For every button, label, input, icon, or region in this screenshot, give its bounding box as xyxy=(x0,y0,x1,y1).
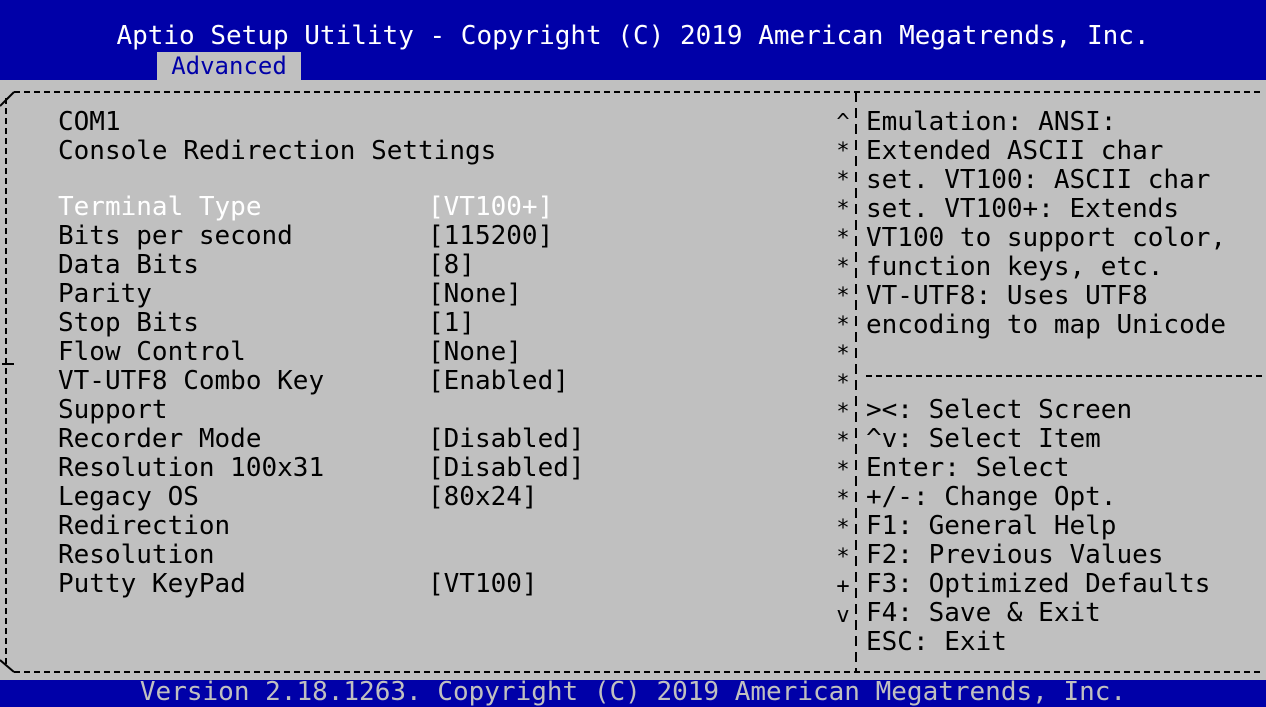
scrollbar-track[interactable]: * xyxy=(836,282,850,311)
setting-label: Legacy OS xyxy=(58,482,199,512)
scrollbar-track[interactable]: * xyxy=(836,369,850,398)
setting-label: VT-UTF8 Combo Key xyxy=(58,366,325,396)
scrollbar-track[interactable]: * xyxy=(836,166,850,195)
setting-value[interactable]: [115200] xyxy=(428,222,553,251)
port-label: COM1 xyxy=(58,107,121,137)
bios-screen: Aptio Setup Utility - Copyright (C) 2019… xyxy=(0,0,1266,705)
key-legend-f2: F2: Previous Values xyxy=(866,540,1164,570)
key-legend-enter: Enter: Select xyxy=(866,453,1070,483)
scrollbar-track[interactable]: * xyxy=(836,456,850,485)
help-text-line: Emulation: ANSI: xyxy=(866,107,1117,137)
scrollbar-down-arrow[interactable]: v xyxy=(836,601,850,630)
section-title: Console Redirection Settings xyxy=(58,136,497,166)
setting-parity[interactable]: Parity [None] xyxy=(58,280,818,309)
scrollbar-track[interactable]: * xyxy=(836,137,850,166)
scrollbar-track[interactable]: * xyxy=(836,398,850,427)
setting-vt-utf8-combo-key-cont: Support xyxy=(58,396,818,425)
setting-label: Support xyxy=(58,395,168,425)
scrollbar-track[interactable]: * xyxy=(836,514,850,543)
setting-flow-control[interactable]: Flow Control [None] xyxy=(58,338,818,367)
setting-value[interactable]: [Enabled] xyxy=(428,367,569,396)
setting-label: Terminal Type xyxy=(58,192,262,222)
setting-recorder-mode[interactable]: Recorder Mode [Disabled] xyxy=(58,425,818,454)
scrollbar-track[interactable]: * xyxy=(836,253,850,282)
setting-vt-utf8-combo-key[interactable]: VT-UTF8 Combo Key [Enabled] xyxy=(58,367,818,396)
setting-value[interactable]: [Disabled] xyxy=(428,425,585,454)
setting-label: Parity xyxy=(58,279,152,309)
key-legend-f4: F4: Save & Exit xyxy=(866,598,1101,628)
scrollbar-track[interactable]: * xyxy=(836,311,850,340)
setting-legacy-os-cont-2: Resolution xyxy=(58,541,818,570)
main-panel: COM1 Console Redirection Settings Termin… xyxy=(0,80,1266,680)
setting-label: Flow Control xyxy=(58,337,246,367)
help-text-line: set. VT100: ASCII char xyxy=(866,165,1211,195)
help-text-line: encoding to map Unicode xyxy=(866,310,1227,340)
key-legend-f3: F3: Optimized Defaults xyxy=(866,569,1211,599)
scrollbar-track[interactable]: * xyxy=(836,224,850,253)
header-title: Aptio Setup Utility - Copyright (C) 2019… xyxy=(116,21,1150,51)
setting-terminal-type[interactable]: Terminal Type [VT100+] xyxy=(58,193,818,222)
setting-resolution-100x31[interactable]: Resolution 100x31 [Disabled] xyxy=(58,454,818,483)
help-text-line: VT-UTF8: Uses UTF8 xyxy=(866,281,1148,311)
key-legend-f1: F1: General Help xyxy=(866,511,1117,541)
setting-label: Data Bits xyxy=(58,250,199,280)
scrollbar-thumb[interactable]: + xyxy=(836,572,850,601)
help-text-line: set. VT100+: Extends xyxy=(866,194,1180,224)
setting-label: Putty KeyPad xyxy=(58,569,246,599)
help-text-line: VT100 to support color, xyxy=(866,223,1227,253)
setting-label: Redirection xyxy=(58,511,231,541)
setting-legacy-os-cont-1: Redirection xyxy=(58,512,818,541)
key-legend-esc: ESC: Exit xyxy=(866,627,1007,657)
setting-value[interactable]: [Disabled] xyxy=(428,454,585,483)
setting-bits-per-second[interactable]: Bits per second [115200] xyxy=(58,222,818,251)
setting-stop-bits[interactable]: Stop Bits [1] xyxy=(58,309,818,338)
scrollbar-track[interactable]: * xyxy=(836,543,850,572)
setting-data-bits[interactable]: Data Bits [8] xyxy=(58,251,818,280)
help-text-line: function keys, etc. xyxy=(866,252,1164,282)
footer-version: Version 2.18.1263. Copyright (C) 2019 Am… xyxy=(0,679,1266,705)
setting-value[interactable]: [VT100+] xyxy=(428,193,553,222)
key-legend-select-item: ^v: Select Item xyxy=(866,424,1101,454)
setting-label: Resolution xyxy=(58,540,215,570)
scrollbar-track[interactable]: * xyxy=(836,195,850,224)
setting-label: Bits per second xyxy=(58,221,293,251)
setting-value[interactable]: [VT100] xyxy=(428,570,538,599)
setting-value[interactable]: [80x24] xyxy=(428,483,538,512)
setting-value[interactable]: [1] xyxy=(428,309,475,338)
setting-label: Stop Bits xyxy=(58,308,199,338)
scrollbar-up-arrow[interactable]: ^ xyxy=(836,108,850,137)
setting-putty-keypad[interactable]: Putty KeyPad [VT100] xyxy=(58,570,818,599)
setting-value[interactable]: [None] xyxy=(428,338,522,367)
setting-value[interactable]: [8] xyxy=(428,251,475,280)
tab-advanced[interactable]: Advanced xyxy=(157,52,301,80)
setting-label: Resolution 100x31 xyxy=(58,453,325,483)
setting-legacy-os-redirection-resolution[interactable]: Legacy OS [80x24] xyxy=(58,483,818,512)
key-legend-change-opt: +/-: Change Opt. xyxy=(866,482,1117,512)
setting-label: Recorder Mode xyxy=(58,424,262,454)
scrollbar-track[interactable]: * xyxy=(836,340,850,369)
help-text-line: Extended ASCII char xyxy=(866,136,1164,166)
setting-value[interactable]: [None] xyxy=(428,280,522,309)
scrollbar-track[interactable]: * xyxy=(836,427,850,456)
scrollbar-track[interactable]: * xyxy=(836,485,850,514)
key-legend-select-screen: ><: Select Screen xyxy=(866,395,1133,425)
